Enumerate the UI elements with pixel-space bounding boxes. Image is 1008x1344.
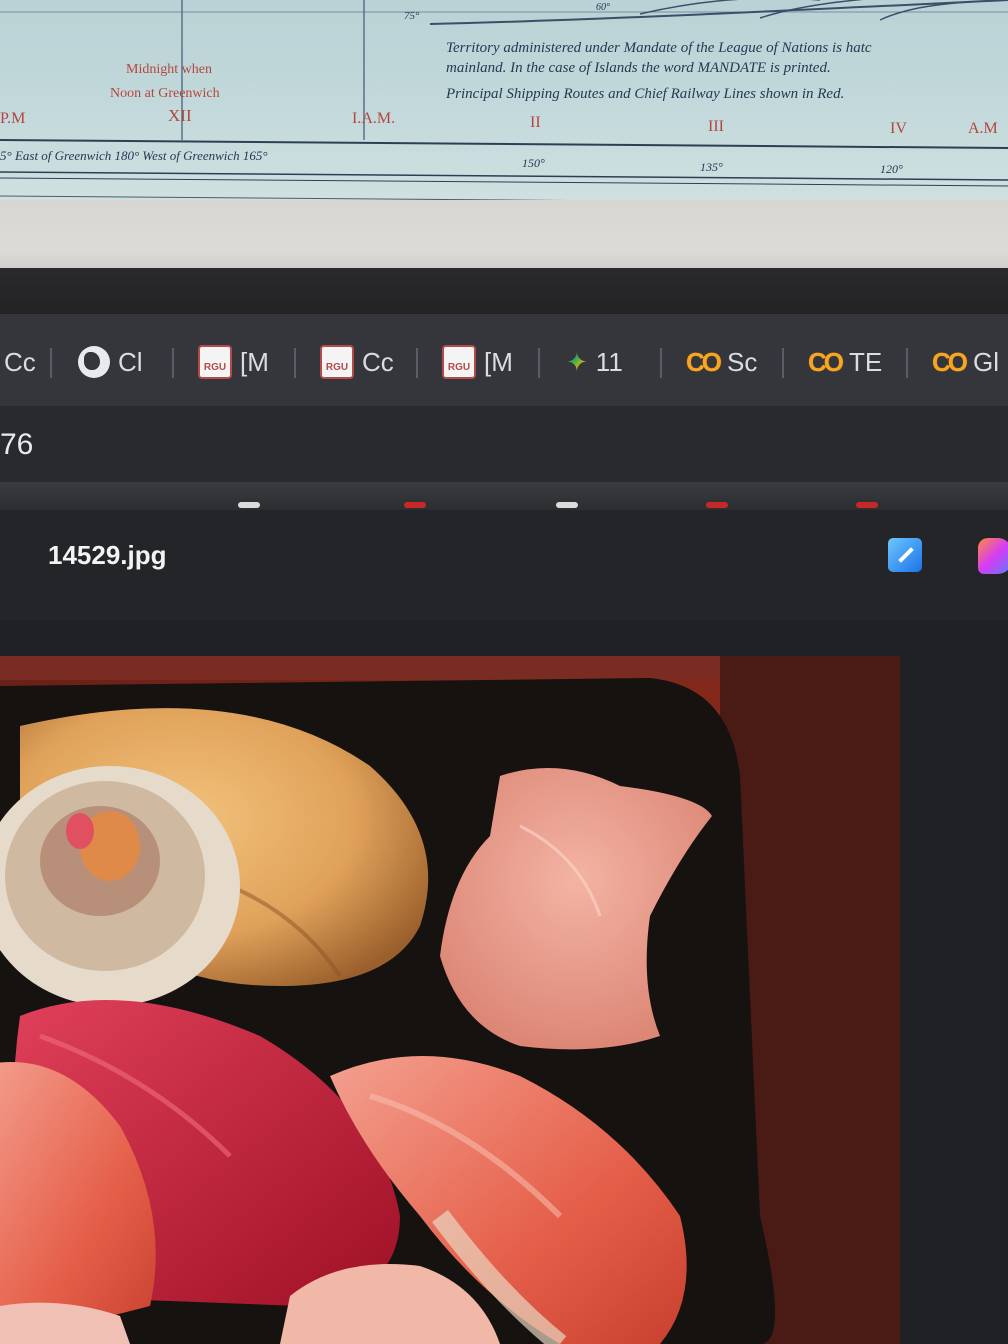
tab-favicon[interactable] [238,502,260,508]
map-hour-label: I.A.M. [352,110,396,127]
tab-favicon[interactable] [556,502,578,508]
map-longitude-label: 135° [700,160,723,174]
tab-favicon[interactable] [404,502,426,508]
bookmark-item[interactable]: Cc [4,342,36,382]
address-bar-text: 76 [0,428,34,461]
bookmark-item[interactable]: ✦ 11 [566,342,623,382]
map-degree-label: 60° [596,2,610,13]
bookmark-label: Gl [973,346,999,377]
map-midnight-label: Midnight when [126,62,212,77]
bookmark-item[interactable]: Cl [78,342,143,382]
colab-icon: CO [932,346,968,377]
copilot-button[interactable] [978,538,1008,574]
bookmark-label: Cc [4,346,36,377]
bookmark-label: TE [849,346,883,377]
bookmark-label: Cc [362,346,394,377]
map-hour-label: III [708,118,724,135]
rgu-icon: RGU [198,345,232,379]
bookmark-separator [172,348,174,378]
edit-image-button[interactable] [888,538,922,572]
bookmark-separator [538,348,540,378]
bookmark-label: [M [484,346,513,377]
tab-favicon[interactable] [706,502,728,508]
bookmark-label: Sc [727,346,758,377]
globe-icon [78,346,110,378]
bookmark-separator [50,348,52,378]
bookmark-label: [M [240,346,269,377]
rgu-icon: RGU [320,345,354,379]
file-name: 14529.jpg [48,540,167,570]
bookmark-item[interactable]: RGU Cc [320,342,394,382]
map-hour-label: XII [168,106,192,125]
map-longitude-label: 120° [880,162,903,176]
map-legend-text: Territory administered under Mandate of … [446,40,872,56]
rgu-icon: RGU [442,345,476,379]
address-bar[interactable]: 76 [0,406,1008,482]
bookmark-item[interactable]: CO TE [808,342,882,382]
map-hour-label: P.M [0,110,26,127]
map-legend-text: mainland. In the case of Islands the wor… [446,60,831,76]
bookmark-separator [416,348,418,378]
map-hour-label: A.M [968,120,998,137]
map-paper-margin [0,200,1008,272]
bookmark-label: 11 [595,346,623,377]
bookmark-label: Cl [118,346,143,377]
bookmarks-bar: Cc Cl RGU [M RGU Cc RGU [M ✦ 11 CO Sc CO… [0,314,1008,406]
spark-icon: ✦ [566,346,588,377]
map-longitude-label: 5° East of Greenwich 180° West of Greenw… [0,148,268,163]
bookmark-separator [906,348,908,378]
map-degree-label: 75° [404,10,420,22]
map-legend-text: Principal Shipping Routes and Chief Rail… [446,86,845,102]
bookmark-item[interactable]: RGU [M [198,342,269,382]
map-hour-label: II [530,114,541,131]
sushi-photo-art [0,656,900,1344]
map-hour-label: IV [890,120,907,137]
bookmark-separator [660,348,662,378]
map-poster: 75° 60° Territory administered under Man… [0,0,1008,200]
bookmark-separator [294,348,296,378]
sushi-photo [0,656,900,1344]
viewer-header: 14529.jpg [0,510,1008,620]
map-longitude-label: 150° [522,156,545,170]
tab-strip [0,482,1008,510]
bookmark-item[interactable]: CO Sc [686,342,757,382]
colab-icon: CO [808,346,844,377]
monitor-bezel [0,268,1008,314]
bookmark-item[interactable]: CO Gl [932,342,999,382]
bookmark-separator [782,348,784,378]
colab-icon: CO [686,346,722,377]
tab-favicon[interactable] [856,502,878,508]
map-noon-label: Noon at Greenwich [110,86,220,101]
bookmark-item[interactable]: RGU [M [442,342,513,382]
image-viewer: 14529.jpg [0,510,1008,1344]
